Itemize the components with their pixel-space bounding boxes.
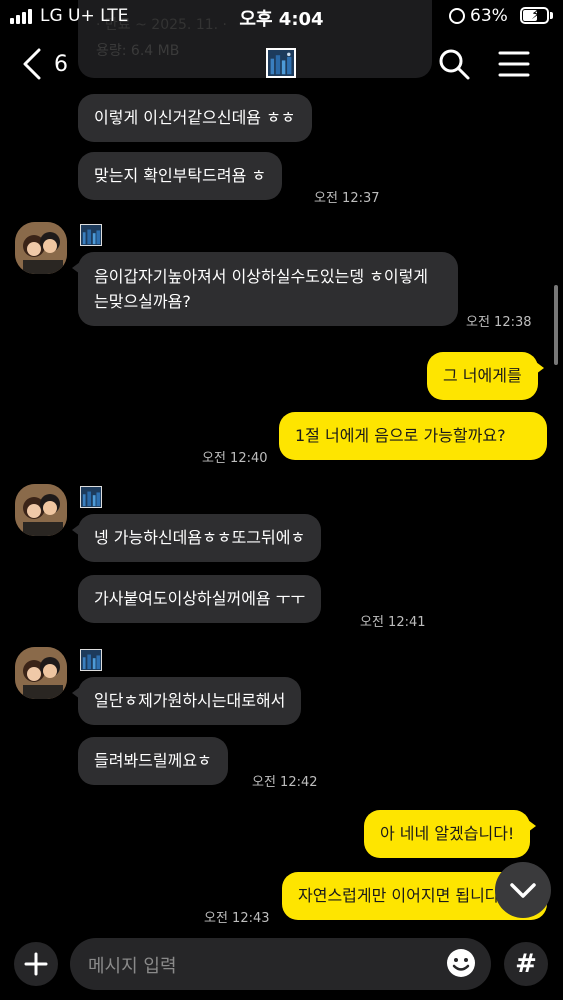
outgoing-message[interactable]: 그 너에게를 xyxy=(427,352,544,400)
incoming-message[interactable]: 음이갑자기높아져서 이상하실수도있는뎅 ㅎ이렇게는맞으실까욤? xyxy=(72,252,458,326)
sender-profile-thumbnail xyxy=(80,224,102,246)
scroll-to-bottom-button[interactable] xyxy=(495,862,551,918)
sender-profile-thumbnail xyxy=(80,486,102,508)
sender-avatar[interactable] xyxy=(15,222,67,274)
message-timestamp: 오전 12:43 xyxy=(204,911,270,926)
incoming-message[interactable]: 일단ㅎ제가원하시는대로해서 xyxy=(71,677,302,725)
back-button[interactable]: 6 xyxy=(22,46,72,82)
status-bar: LG U+ LTE 오후 4:04 63% ⚡ xyxy=(0,0,563,34)
sender-profile-thumbnail xyxy=(80,649,102,671)
attach-button[interactable] xyxy=(14,942,58,986)
incoming-message[interactable]: 맞는지 확인부탁드려욤 ㅎ xyxy=(78,152,283,200)
incoming-message[interactable]: 들려봐드릴께요ㅎ xyxy=(78,737,228,785)
battery-percent: 63% xyxy=(470,6,508,26)
room-profile-image[interactable] xyxy=(266,48,296,78)
chevron-left-icon xyxy=(23,48,41,80)
emoticon-button[interactable] xyxy=(444,946,478,980)
message-timestamp: 오전 12:40 xyxy=(202,451,268,466)
sender-avatar[interactable] xyxy=(15,484,67,536)
message-timestamp: 오전 12:38 xyxy=(466,315,532,330)
plus-icon xyxy=(24,952,48,976)
battery-icon: ⚡ xyxy=(520,7,549,24)
search-icon[interactable] xyxy=(437,47,471,81)
message-list[interactable]: 이렇게 이신거같으신데욤 ㅎㅎ 맞는지 확인부탁드려욤 ㅎ 오전 12:37 음… xyxy=(0,0,563,932)
hashtag-search-button[interactable]: # xyxy=(504,942,548,986)
incoming-message[interactable]: 가사붙여도이상하실꺼에욤 ㅜㅜ xyxy=(78,575,322,623)
outgoing-message[interactable]: 아 네네 알겠습니다! xyxy=(364,810,537,858)
message-timestamp: 오전 12:37 xyxy=(314,191,380,206)
scrollbar[interactable] xyxy=(554,285,558,365)
incoming-message[interactable]: 이렇게 이신거같으신데욤 ㅎㅎ xyxy=(78,94,312,142)
message-input-placeholder: 메시지 입력 xyxy=(88,956,177,977)
message-input-bar: 메시지 입력 # xyxy=(0,932,563,1000)
chevron-down-icon xyxy=(510,883,536,898)
incoming-message[interactable]: 넹 가능하신데욤ㅎㅎ또그뒤에ㅎ xyxy=(71,514,322,562)
hamburger-menu-icon[interactable] xyxy=(497,47,531,81)
message-timestamp: 오전 12:41 xyxy=(360,615,426,630)
message-timestamp: 오전 12:42 xyxy=(252,775,318,790)
outgoing-message[interactable]: 1절 너에게 음으로 가능할까요? xyxy=(279,412,547,460)
unread-count: 6 xyxy=(54,51,68,77)
sender-avatar[interactable] xyxy=(15,647,67,699)
rotation-lock-icon xyxy=(449,8,465,24)
message-input[interactable]: 메시지 입력 xyxy=(70,938,491,990)
chat-header: 6 xyxy=(0,34,563,94)
